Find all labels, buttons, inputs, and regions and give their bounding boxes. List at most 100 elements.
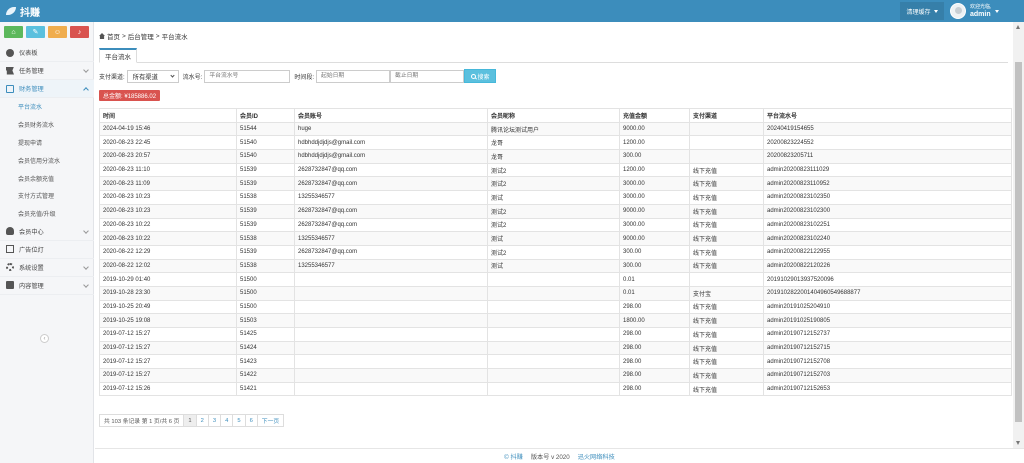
table-cell: admin20191025204910 xyxy=(763,299,1012,315)
table-cell: 298.00 xyxy=(619,354,690,370)
sidebar-item-label: 会员中心 xyxy=(19,228,44,236)
start-date-input[interactable] xyxy=(316,69,391,83)
sidebar-item-settings[interactable]: 系统设置 xyxy=(0,259,94,277)
table-cell: 线下充值 xyxy=(689,162,764,178)
chevron-down-icon xyxy=(83,227,89,234)
sidebar-collapse-button[interactable]: ‹ xyxy=(40,334,49,343)
page-button-2[interactable]: 2 xyxy=(197,415,209,426)
table-cell: 51422 xyxy=(236,368,295,383)
table-row: 2019-10-28 23:30 51500 0.01 支付宝 201910282200… xyxy=(99,285,1012,301)
next-page-button[interactable]: 下一页 xyxy=(258,415,283,426)
sidebar-subitem-withdraw[interactable]: 提现申请 xyxy=(0,134,94,152)
table-cell xyxy=(689,135,764,151)
sidebar-item-tasks[interactable]: 任务管理 xyxy=(0,62,94,80)
sidebar-subitem-balance-recharge[interactable]: 会员余额充值 xyxy=(0,169,94,187)
end-date-input[interactable] xyxy=(390,69,465,83)
table-cell xyxy=(487,272,620,287)
page-button-6[interactable]: 6 xyxy=(246,415,258,426)
sidebar-item-content[interactable]: 内容管理 xyxy=(0,277,94,295)
breadcrumb-level1[interactable]: 后台管理 xyxy=(128,31,154,41)
logo-text: 抖赚 xyxy=(20,7,40,19)
scroll-up-icon[interactable] xyxy=(1016,25,1020,29)
sidebar-subitem-member-finance[interactable]: 会员财务流水 xyxy=(0,116,94,134)
chevron-down-icon xyxy=(83,67,89,73)
table-row: 2020-08-23 11:09 51539 2628732847@qq.com 测试… xyxy=(99,176,1012,192)
table-cell: 2020-08-23 10:22 xyxy=(99,217,237,233)
table-cell: 298.00 xyxy=(619,381,690,397)
breadcrumb: 首页 > 后台管理 > 平台流水 xyxy=(99,31,188,41)
filter-bar: 支付渠道: 所有渠道 流水号: 时间段: 搜索 xyxy=(99,69,497,83)
table-row: 2020-08-22 12:29 51539 2628732847@qq.com 测试… xyxy=(99,244,1012,260)
page-scrollbar[interactable] xyxy=(1013,22,1024,448)
sidebar-subitem-member-upgrade[interactable]: 会员充值/升级 xyxy=(0,205,94,223)
sidebar-item-label: 财务管理 xyxy=(19,86,44,93)
tab-platform-flow[interactable]: 平台流水 xyxy=(99,48,137,63)
table-cell: 2019-10-25 19:08 xyxy=(99,313,237,328)
scroll-thumb[interactable] xyxy=(1015,62,1022,422)
user-quick-button[interactable]: ☺ xyxy=(48,26,67,38)
table-cell: 龙哥 xyxy=(487,149,620,164)
total-amount-badge: 总金额: ¥185886.02 xyxy=(99,90,161,101)
search-button[interactable]: 搜索 xyxy=(464,69,497,83)
sidebar-item-members[interactable]: 会员中心 xyxy=(0,223,94,241)
table-cell: admin20200823110952 xyxy=(763,176,1012,192)
channel-select[interactable]: 所有渠道 xyxy=(126,69,179,83)
page-button-1[interactable]: 1 xyxy=(184,415,197,426)
table-cell xyxy=(294,272,488,287)
footer-company[interactable]: 迅火网络科技 xyxy=(578,452,615,461)
table-cell xyxy=(487,327,620,342)
user-icon xyxy=(6,227,14,236)
column-header: 会员昵称 xyxy=(487,108,620,123)
sidebar-item-dashboard[interactable]: 仪表板 xyxy=(0,44,94,62)
table-cell: 51538 xyxy=(236,258,295,274)
sidebar-subitem-payment-methods[interactable]: 支付方式管理 xyxy=(0,187,94,205)
table-cell: 3000.00 xyxy=(619,217,690,233)
table-cell: 线下充值 xyxy=(689,217,764,233)
sidebar-item-ads[interactable]: 广告位灯 xyxy=(0,241,94,259)
table-cell: 测试 xyxy=(487,258,620,274)
table-cell: 9000.00 xyxy=(619,121,690,137)
user-menu[interactable]: 欢迎光临, admin xyxy=(946,0,1016,22)
table-cell: 51424 xyxy=(236,340,295,356)
app-logo[interactable]: 抖赚 xyxy=(6,4,40,19)
table-cell: 51539 xyxy=(236,162,295,178)
sidebar-item-finance[interactable]: 财务管理 xyxy=(0,80,94,98)
table-cell: 51423 xyxy=(236,354,295,370)
table-row: 2020-08-23 10:23 51538 13255346577 测试 3000.0… xyxy=(99,190,1012,205)
table-cell: 线下充值 xyxy=(689,258,764,274)
table-cell: 线下充值 xyxy=(689,231,764,246)
scroll-down-icon[interactable] xyxy=(1016,441,1020,445)
table-cell: 2024-04-19 15:46 xyxy=(99,121,237,137)
breadcrumb-home[interactable]: 首页 xyxy=(107,31,120,41)
clear-cache-button[interactable]: 清理缓存 xyxy=(900,2,944,20)
table-cell: 2020-08-23 10:22 xyxy=(99,231,237,246)
table-header-row: 时间 会员ID 会员账号 会员昵称 充值金额 支付渠道 平台流水号 xyxy=(99,108,1012,123)
table-cell: 2628732847@qq.com xyxy=(294,162,488,178)
table-cell: 13255346577 xyxy=(294,231,488,246)
page-button-4[interactable]: 4 xyxy=(221,415,234,426)
table-cell xyxy=(487,368,620,383)
footer-brand[interactable]: © 抖赚 xyxy=(504,452,523,461)
table-cell: admin20200822122955 xyxy=(763,244,1012,260)
tab-bar: 平台流水 xyxy=(99,48,1008,63)
table-row: 2019-10-29 01:40 51500 0.01 201910290139375… xyxy=(99,272,1012,287)
home-quick-button[interactable]: ⌂ xyxy=(4,26,23,38)
sidebar-subitem-credit-flow[interactable]: 会员信用分流水 xyxy=(0,151,94,169)
table-cell: 2019-07-12 15:27 xyxy=(99,354,237,370)
table-row: 2020-08-23 10:23 51539 2628732847@qq.com 测试… xyxy=(99,203,1012,219)
sidebar-subitem-platform-flow[interactable]: 平台流水 xyxy=(0,98,94,116)
main-content: 首页 > 后台管理 > 平台流水 平台流水 支付渠道: 所有渠道 流水号: 时间… xyxy=(95,22,1012,448)
table-cell xyxy=(487,285,620,301)
username: admin xyxy=(970,11,991,18)
serial-input[interactable] xyxy=(204,69,291,83)
table-cell: 13255346577 xyxy=(294,190,488,205)
page-button-3[interactable]: 3 xyxy=(209,415,222,426)
bell-quick-button[interactable]: ♪ xyxy=(70,26,89,38)
table-cell: 线下充值 xyxy=(689,244,764,260)
page-button-5[interactable]: 5 xyxy=(233,415,246,426)
edit-quick-button[interactable]: ✎ xyxy=(26,26,45,38)
table-cell: 300.00 xyxy=(619,244,690,260)
table-row: 2019-07-12 15:27 51425 298.00 线下充值 admin2019… xyxy=(99,327,1012,342)
table-cell: 1200.00 xyxy=(619,162,690,178)
pagination: 共 103 条记录 第 1 页/共 6 页 1 2 3 4 5 6 下一页 xyxy=(99,414,285,427)
